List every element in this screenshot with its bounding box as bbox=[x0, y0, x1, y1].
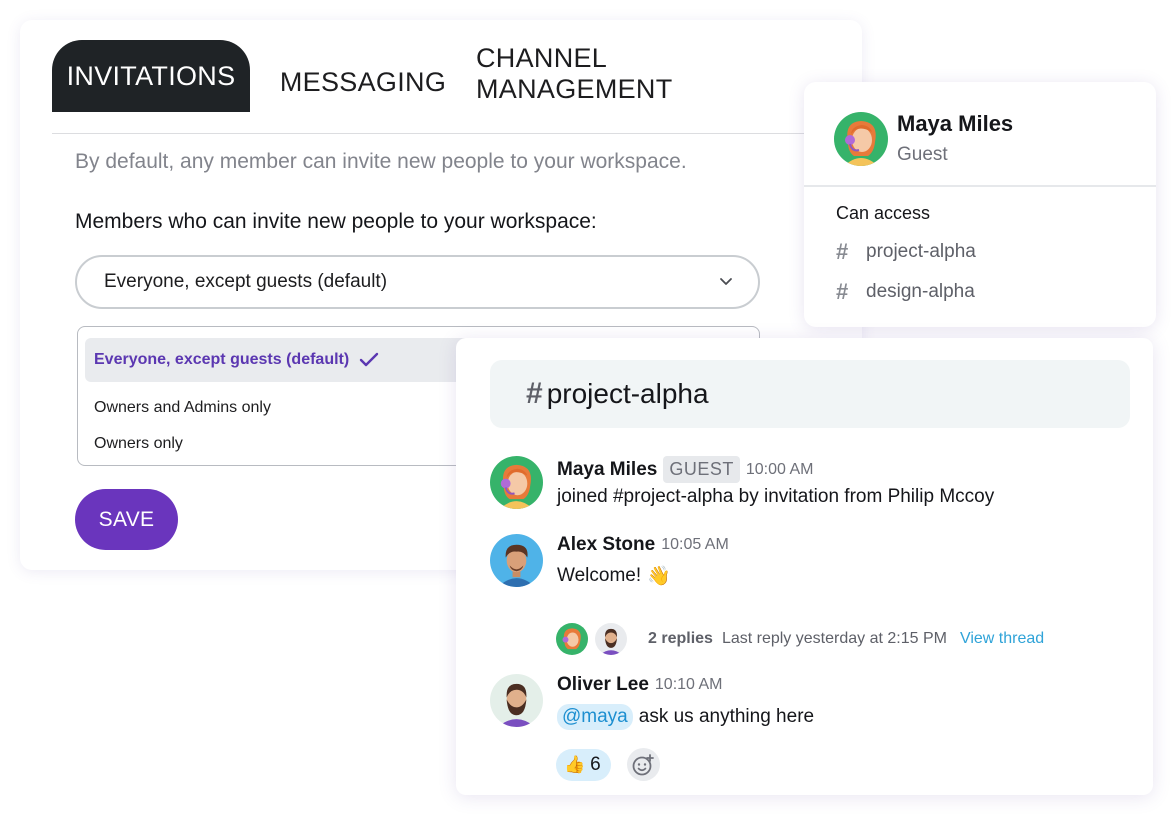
waving-hand-icon: 👋 bbox=[647, 566, 671, 587]
message-reactions: 👍 6 bbox=[556, 748, 660, 781]
message-author[interactable]: Maya Miles bbox=[557, 459, 657, 481]
channel-hash-icon: # bbox=[836, 239, 849, 264]
access-channel-label: project-alpha bbox=[866, 241, 976, 262]
thread-reply-count: 2 replies bbox=[648, 630, 713, 647]
user-mention[interactable]: @maya bbox=[557, 704, 633, 730]
message-text: Welcome! bbox=[557, 565, 642, 586]
invite-permission-select[interactable]: Everyone, except guests (default) bbox=[75, 255, 760, 309]
bearded-avatar-icon bbox=[595, 623, 627, 655]
reaction-count: 6 bbox=[590, 753, 601, 775]
guest-badge: GUEST bbox=[663, 456, 740, 483]
channel-hash-icon: # bbox=[526, 377, 543, 410]
message-text: ask us anything here bbox=[638, 706, 815, 727]
male-avatar-icon[interactable] bbox=[490, 534, 543, 587]
thread-last-reply: Last reply yesterday at 2:15 PM bbox=[721, 630, 947, 647]
profile-divider bbox=[804, 185, 1156, 187]
message-timestamp: 10:00 AM bbox=[745, 460, 814, 478]
default-invite-note: By default, any member can invite new pe… bbox=[75, 150, 687, 173]
can-access-label: Can access bbox=[836, 203, 931, 223]
option-everyone-except-guests[interactable]: Everyone, except guests (default) bbox=[85, 338, 505, 382]
message-header: Alex Stone 10:05 AM bbox=[557, 534, 729, 556]
message-author[interactable]: Alex Stone bbox=[557, 534, 655, 556]
female-avatar-icon bbox=[834, 112, 888, 166]
female-avatar-icon[interactable] bbox=[490, 456, 543, 509]
settings-tabs: INVITATIONS MESSAGING CHANNEL MANAGEMENT bbox=[52, 38, 830, 134]
save-button[interactable]: SAVE bbox=[75, 489, 178, 550]
checkmark-icon bbox=[359, 352, 379, 367]
thread-summary[interactable]: 2 replies Last reply yesterday at 2:15 P… bbox=[556, 622, 1044, 656]
access-channel-label: design-alpha bbox=[866, 281, 975, 302]
profile-role: Guest bbox=[897, 144, 948, 165]
female-avatar-icon bbox=[556, 623, 588, 655]
channel-title: project-alpha bbox=[546, 378, 709, 409]
message-header: Oliver Lee 10:10 AM bbox=[557, 674, 723, 696]
select-value: Everyone, except guests (default) bbox=[104, 271, 388, 292]
message-body: Welcome! 👋 bbox=[557, 564, 671, 588]
channel-header: # project-alpha bbox=[490, 360, 1130, 428]
profile-name: Maya Miles bbox=[897, 111, 1014, 136]
message-body: @maya ask us anything here bbox=[557, 704, 814, 730]
thumbs-up-reaction[interactable]: 👍 6 bbox=[556, 748, 611, 781]
bearded-avatar-icon[interactable] bbox=[490, 674, 543, 727]
tab-invitations[interactable]: INVITATIONS bbox=[52, 40, 250, 112]
option-owners-and-admins[interactable]: Owners and Admins only bbox=[94, 399, 271, 417]
message-text: joined #project-alpha by invitation from… bbox=[557, 486, 995, 507]
option-label: Everyone, except guests (default) bbox=[94, 351, 350, 368]
tab-channel-management[interactable]: CHANNEL MANAGEMENT bbox=[476, 38, 808, 110]
add-reaction-button[interactable] bbox=[626, 748, 660, 781]
channel-conversation-panel: # project-alpha Maya Miles GUEST 10:00 A… bbox=[456, 338, 1153, 795]
tab-messaging[interactable]: MESSAGING bbox=[280, 46, 446, 118]
message-header: Maya Miles GUEST 10:00 AM bbox=[557, 456, 813, 483]
chevron-down-icon bbox=[720, 278, 732, 285]
access-channel-design-alpha[interactable]: # design-alpha bbox=[836, 279, 975, 305]
thumbs-up-icon: 👍 bbox=[564, 754, 586, 774]
option-owners-only[interactable]: Owners only bbox=[94, 435, 183, 453]
access-channel-project-alpha[interactable]: # project-alpha bbox=[836, 239, 976, 265]
guest-profile-card: Maya Miles Guest Can access # project-al… bbox=[804, 82, 1156, 327]
invite-permission-label: Members who can invite new people to you… bbox=[75, 210, 597, 233]
add-reaction-icon bbox=[632, 753, 655, 775]
message-author[interactable]: Oliver Lee bbox=[557, 674, 649, 696]
view-thread-link[interactable]: View thread bbox=[960, 630, 1044, 648]
channel-hash-icon: # bbox=[836, 279, 849, 304]
tabs-divider bbox=[52, 133, 830, 134]
message-timestamp: 10:05 AM bbox=[661, 536, 729, 553]
message-timestamp: 10:10 AM bbox=[654, 676, 723, 693]
